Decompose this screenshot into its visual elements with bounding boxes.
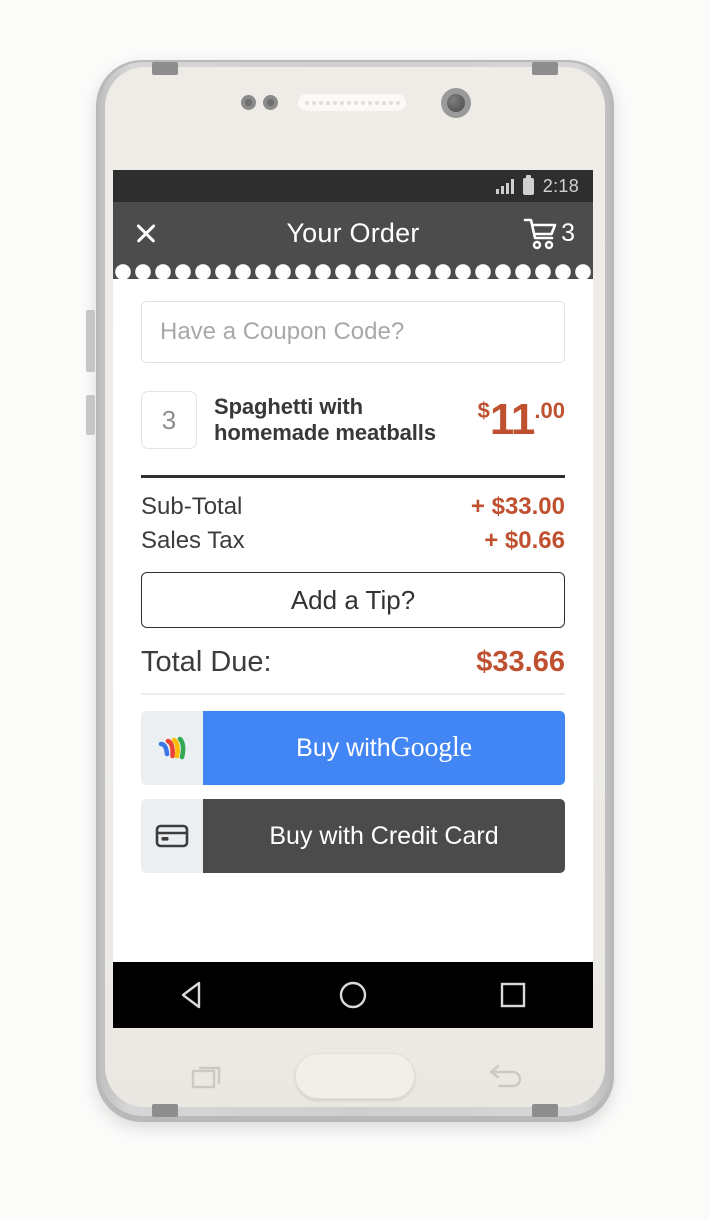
item-name: Spaghetti with homemade meatballs: [214, 394, 461, 446]
google-wallet-icon-wrap: [141, 711, 203, 785]
credit-card-icon: [155, 823, 189, 849]
status-bar-clock: 2:18: [543, 176, 579, 197]
cart-count-badge: 3: [561, 219, 575, 248]
item-price-whole: 11: [490, 398, 535, 442]
nav-home-icon[interactable]: [335, 978, 371, 1012]
order-content: 3 Spaghetti with homemade meatballs $ 11…: [113, 279, 593, 873]
nav-recents-icon[interactable]: [495, 978, 531, 1012]
back-key-icon[interactable]: [487, 1060, 527, 1094]
coupon-input[interactable]: [141, 301, 565, 363]
android-nav-bar: [113, 962, 593, 1028]
ambient-light-sensor-icon: [263, 95, 278, 110]
buy-with-credit-card-label: Buy with Credit Card: [203, 799, 565, 873]
earpiece-speaker: [298, 94, 406, 111]
total-due-label: Total Due:: [141, 646, 272, 679]
subtotal-value: + $33.00: [471, 493, 565, 521]
close-icon[interactable]: [131, 218, 161, 248]
total-due-row: Total Due: $33.66: [141, 646, 565, 679]
battery-icon: [523, 178, 534, 195]
sales-tax-value: + $0.66: [484, 527, 565, 555]
divider-strong: [141, 475, 565, 478]
antenna-band: [152, 1104, 178, 1117]
antenna-band: [532, 1104, 558, 1117]
item-quantity[interactable]: 3: [141, 391, 197, 449]
volume-button[interactable]: [86, 310, 95, 372]
add-tip-button[interactable]: Add a Tip?: [141, 572, 565, 628]
receipt-scallop-edge: [113, 264, 593, 279]
item-price: $ 11 .00: [478, 398, 565, 442]
proximity-sensor-icon: [241, 95, 256, 110]
order-item-row[interactable]: 3 Spaghetti with homemade meatballs $ 11…: [141, 391, 565, 449]
subtotal-row: Sub-Total + $33.00: [141, 490, 565, 524]
sales-tax-row: Sales Tax + $0.66: [141, 524, 565, 558]
buy-with-google-label: Buy with Google: [203, 711, 565, 785]
cart-button[interactable]: 3: [522, 216, 575, 250]
item-price-currency: $: [478, 400, 490, 422]
nav-back-icon[interactable]: [175, 978, 211, 1012]
buy-with-google-button[interactable]: Buy with Google: [141, 711, 565, 785]
recents-key-icon[interactable]: [190, 1060, 230, 1094]
credit-card-icon-wrap: [141, 799, 203, 873]
front-camera-icon: [441, 88, 471, 118]
power-button[interactable]: [86, 395, 95, 435]
antenna-band: [152, 62, 178, 75]
shopping-cart-icon: [522, 216, 560, 250]
subtotal-label: Sub-Total: [141, 493, 242, 521]
app-bar: Your Order 3: [113, 202, 593, 264]
page-title: Your Order: [113, 218, 593, 249]
sales-tax-label: Sales Tax: [141, 527, 245, 555]
status-bar: 2:18: [113, 170, 593, 202]
buy-with-credit-card-button[interactable]: Buy with Credit Card: [141, 799, 565, 873]
home-button[interactable]: [295, 1053, 415, 1099]
total-due-value: $33.66: [476, 646, 565, 679]
signal-bars-icon: [496, 179, 514, 194]
item-price-cents: .00: [534, 400, 565, 422]
screenshot-stage: 2:18 Your Order 3 3 Spaghetti with homem…: [0, 0, 709, 1219]
google-brand-text: Google: [391, 732, 472, 764]
antenna-band: [532, 62, 558, 75]
buy-with-google-prefix: Buy with: [296, 734, 390, 763]
phone-screen: 2:18 Your Order 3 3 Spaghetti with homem…: [113, 170, 593, 1028]
google-wallet-icon: [155, 733, 189, 763]
divider-light: [141, 693, 565, 695]
